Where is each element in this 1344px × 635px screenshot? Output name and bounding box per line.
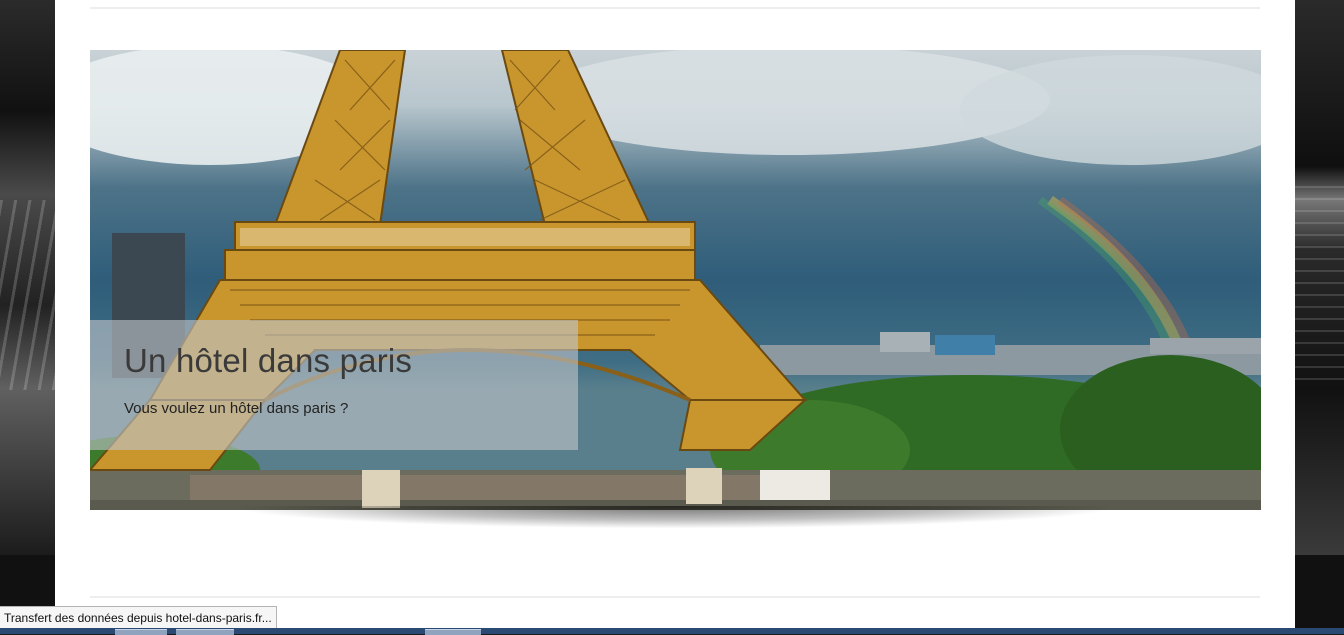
slider-title: Un hôtel dans paris bbox=[124, 342, 413, 379]
browser-status-bar: Transfert des données depuis hotel-dans-… bbox=[0, 606, 277, 630]
slider-caption: Un hôtel dans paris Vous voulez un hôtel… bbox=[90, 320, 578, 450]
taskbar-button-3[interactable] bbox=[425, 629, 481, 635]
taskbar-button-1[interactable] bbox=[115, 629, 167, 635]
background-photo-right bbox=[1294, 0, 1344, 555]
banner-shadow bbox=[240, 506, 1110, 528]
bottom-divider bbox=[90, 596, 1260, 598]
slider-subtitle: Vous voulez un hôtel dans paris ? bbox=[124, 400, 349, 417]
page-container: Un hôtel dans paris Vous voulez un hôtel… bbox=[55, 0, 1295, 628]
taskbar-button-2[interactable] bbox=[176, 629, 234, 635]
background-photo-left bbox=[0, 0, 55, 555]
top-divider bbox=[90, 7, 1260, 9]
